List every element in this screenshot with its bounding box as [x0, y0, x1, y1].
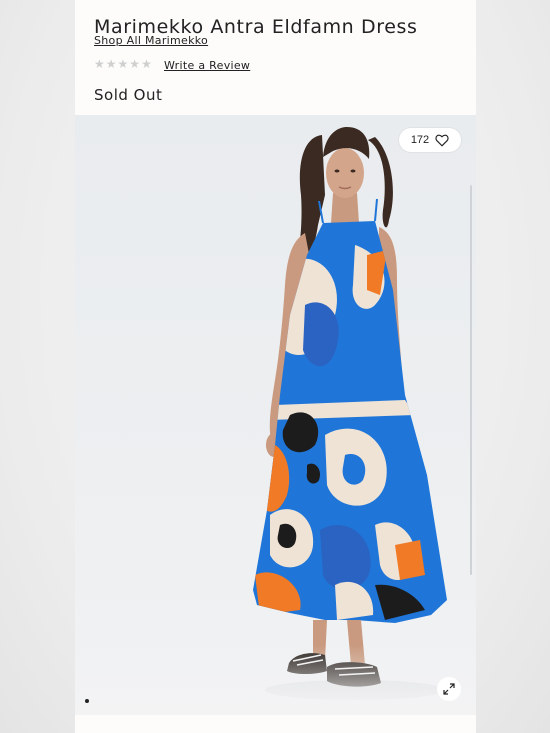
shop-all-brand-link[interactable]: Shop All Marimekko — [94, 34, 208, 47]
rating-stars: ★ ★ ★ ★ ★ — [94, 57, 152, 71]
star-icon: ★ — [141, 57, 152, 71]
heart-icon — [435, 134, 449, 147]
like-button[interactable]: 172 — [399, 128, 461, 152]
expand-image-button[interactable] — [437, 677, 461, 701]
star-icon: ★ — [129, 57, 141, 71]
gallery-scrollbar[interactable] — [470, 185, 472, 575]
star-icon: ★ — [94, 57, 105, 71]
product-image — [253, 127, 447, 700]
image-floor-gradient — [75, 645, 476, 715]
star-icon: ★ — [117, 57, 129, 71]
star-icon: ★ — [105, 57, 117, 71]
availability-status: Sold Out — [94, 86, 163, 104]
write-review-link[interactable]: Write a Review — [164, 59, 250, 72]
expand-icon — [443, 683, 455, 695]
product-image-gallery[interactable]: 172 — [75, 115, 476, 715]
gallery-pagination-dot[interactable] — [85, 699, 89, 703]
like-count: 172 — [410, 134, 430, 146]
